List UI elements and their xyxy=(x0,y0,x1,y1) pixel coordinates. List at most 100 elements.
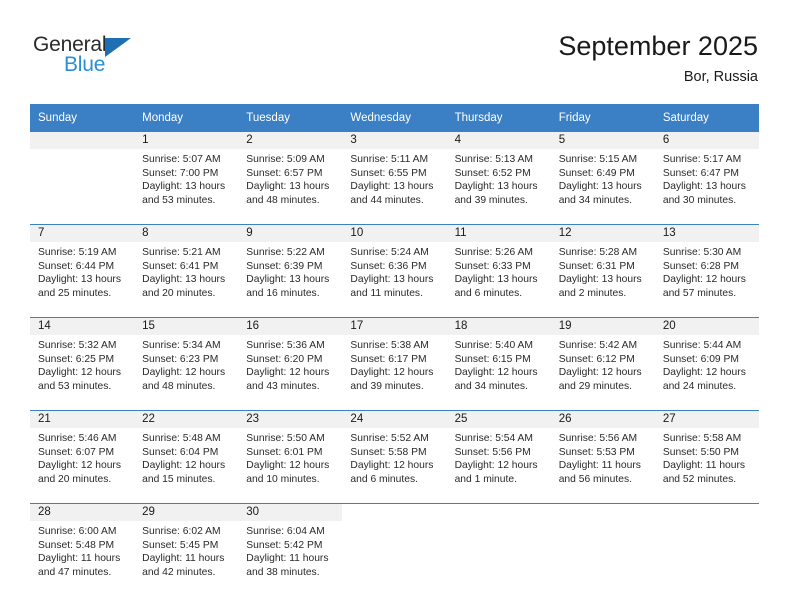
daylight-text-line2: and 48 minutes. xyxy=(246,194,320,206)
calendar-day-cell[interactable]: 14 Sunrise: 5:32 AM Sunset: 6:25 PM Dayligh… xyxy=(30,317,135,411)
sunset-text: Sunset: 6:09 PM xyxy=(662,353,739,365)
day-details: Sunrise: 5:28 AM Sunset: 6:31 PM Daylight:… xyxy=(551,242,655,300)
daylight-text-line1: Daylight: 12 hours xyxy=(38,367,121,379)
day-number xyxy=(446,504,551,521)
calendar-day-cell[interactable]: 30 Sunrise: 6:04 AM Sunset: 5:42 PM Dayligh… xyxy=(238,503,343,596)
calendar-day-cell-empty xyxy=(446,503,551,596)
calendar-day-cell[interactable]: 8 Sunrise: 5:21 AM Sunset: 6:41 PM Daylight… xyxy=(134,224,239,318)
calendar-day-cell[interactable]: 2 Sunrise: 5:09 AM Sunset: 6:57 PM Daylight… xyxy=(238,132,343,225)
sunrise-text: Sunrise: 5:26 AM xyxy=(454,247,533,258)
calendar-day-cell[interactable]: 24 Sunrise: 5:52 AM Sunset: 5:58 PM Dayligh… xyxy=(342,410,447,504)
sunrise-text: Sunrise: 5:32 AM xyxy=(38,340,117,351)
day-number: 27 xyxy=(654,411,759,428)
calendar-day-cell[interactable]: 6 Sunrise: 5:17 AM Sunset: 6:47 PM Daylight… xyxy=(654,132,759,225)
day-number: 13 xyxy=(654,225,759,242)
daylight-text-line1: Daylight: 13 hours xyxy=(350,181,434,193)
day-details: Sunrise: 5:36 AM Sunset: 6:20 PM Daylight:… xyxy=(238,335,342,393)
day-details: Sunrise: 6:02 AM Sunset: 5:45 PM Daylight:… xyxy=(134,521,238,579)
sunrise-text: Sunrise: 5:42 AM xyxy=(558,340,638,351)
sunrise-text: Sunrise: 5:21 AM xyxy=(142,247,221,258)
day-cell-inner: 22 Sunrise: 5:48 AM Sunset: 6:04 PM Dayligh… xyxy=(134,411,239,503)
weekday-header-monday: Monday xyxy=(134,104,239,132)
sunrise-text: Sunrise: 5:52 AM xyxy=(350,433,429,444)
daylight-text-line1: Daylight: 13 hours xyxy=(246,274,330,286)
logo-text-blue: Blue xyxy=(64,53,106,76)
sunrise-text: Sunrise: 6:04 AM xyxy=(246,526,325,537)
sunset-text: Sunset: 6:47 PM xyxy=(662,167,739,179)
day-cell-inner: 10 Sunrise: 5:24 AM Sunset: 6:36 PM Dayligh… xyxy=(342,225,447,317)
sunset-text: Sunset: 6:15 PM xyxy=(454,353,531,365)
sunrise-text: Sunrise: 5:11 AM xyxy=(350,154,429,165)
calendar-day-cell[interactable]: 13 Sunrise: 5:30 AM Sunset: 6:28 PM Dayligh… xyxy=(654,224,759,318)
sunset-text: Sunset: 6:12 PM xyxy=(558,353,635,365)
day-number: 8 xyxy=(134,225,239,242)
sunset-text: Sunset: 5:42 PM xyxy=(246,539,323,551)
calendar-day-cell[interactable]: 27 Sunrise: 5:58 AM Sunset: 5:50 PM Dayligh… xyxy=(654,410,759,504)
weekday-header-friday: Friday xyxy=(550,104,655,132)
calendar-day-cell[interactable]: 7 Sunrise: 5:19 AM Sunset: 6:44 PM Daylight… xyxy=(30,224,135,318)
day-number: 18 xyxy=(446,318,551,335)
calendar-day-cell[interactable]: 17 Sunrise: 5:38 AM Sunset: 6:17 PM Dayligh… xyxy=(342,317,447,411)
calendar-day-cell[interactable]: 26 Sunrise: 5:56 AM Sunset: 5:53 PM Dayligh… xyxy=(550,410,655,504)
daylight-text-line2: and 42 minutes. xyxy=(142,566,216,578)
day-cell-inner xyxy=(30,132,135,224)
calendar-day-cell[interactable]: 3 Sunrise: 5:11 AM Sunset: 6:55 PM Daylight… xyxy=(342,132,447,225)
day-number xyxy=(550,504,655,521)
calendar-day-cell[interactable]: 10 Sunrise: 5:24 AM Sunset: 6:36 PM Dayligh… xyxy=(342,224,447,318)
day-number: 1 xyxy=(134,132,239,149)
calendar-day-cell[interactable]: 22 Sunrise: 5:48 AM Sunset: 6:04 PM Dayligh… xyxy=(134,410,239,504)
day-cell-inner xyxy=(342,504,447,596)
calendar-day-cell[interactable]: 4 Sunrise: 5:13 AM Sunset: 6:52 PM Daylight… xyxy=(446,132,551,225)
day-number: 17 xyxy=(342,318,447,335)
calendar-day-cell[interactable]: 23 Sunrise: 5:50 AM Sunset: 6:01 PM Dayligh… xyxy=(238,410,343,504)
sunset-text: Sunset: 6:17 PM xyxy=(350,353,427,365)
calendar-day-cell[interactable]: 15 Sunrise: 5:34 AM Sunset: 6:23 PM Dayligh… xyxy=(134,317,239,411)
calendar-day-cell[interactable]: 5 Sunrise: 5:15 AM Sunset: 6:49 PM Daylight… xyxy=(550,132,655,225)
day-details: Sunrise: 5:17 AM Sunset: 6:47 PM Daylight:… xyxy=(655,149,759,207)
weekday-header-saturday: Saturday xyxy=(654,104,759,132)
calendar-day-cell[interactable]: 19 Sunrise: 5:42 AM Sunset: 6:12 PM Dayligh… xyxy=(550,317,655,411)
day-number: 30 xyxy=(238,504,343,521)
sunset-text: Sunset: 5:48 PM xyxy=(38,539,115,551)
sunset-text: Sunset: 6:36 PM xyxy=(350,260,427,272)
daylight-text-line1: Daylight: 12 hours xyxy=(142,367,226,379)
day-number: 7 xyxy=(30,225,135,242)
daylight-text-line2: and 47 minutes. xyxy=(38,566,112,578)
calendar-day-cell[interactable]: 20 Sunrise: 5:44 AM Sunset: 6:09 PM Dayligh… xyxy=(654,317,759,411)
calendar-day-cell[interactable]: 9 Sunrise: 5:22 AM Sunset: 6:39 PM Daylight… xyxy=(238,224,343,318)
daylight-text-line1: Daylight: 12 hours xyxy=(350,460,434,472)
calendar-week-row: 14 Sunrise: 5:32 AM Sunset: 6:25 PM Dayligh… xyxy=(30,317,759,411)
sunset-text: Sunset: 5:56 PM xyxy=(454,446,531,458)
calendar-day-cell[interactable]: 16 Sunrise: 5:36 AM Sunset: 6:20 PM Dayligh… xyxy=(238,317,343,411)
calendar-day-cell[interactable]: 25 Sunrise: 5:54 AM Sunset: 5:56 PM Dayligh… xyxy=(446,410,551,504)
calendar-day-cell[interactable]: 12 Sunrise: 5:28 AM Sunset: 6:31 PM Dayligh… xyxy=(550,224,655,318)
sunrise-text: Sunrise: 5:36 AM xyxy=(246,340,325,351)
day-details: Sunrise: 5:48 AM Sunset: 6:04 PM Daylight:… xyxy=(134,428,238,486)
daylight-text-line1: Daylight: 12 hours xyxy=(350,367,434,379)
day-cell-inner: 14 Sunrise: 5:32 AM Sunset: 6:25 PM Dayligh… xyxy=(30,318,135,410)
daylight-text-line2: and 56 minutes. xyxy=(558,473,632,485)
calendar-day-cell[interactable]: 11 Sunrise: 5:26 AM Sunset: 6:33 PM Dayligh… xyxy=(446,224,551,318)
day-cell-inner: 20 Sunrise: 5:44 AM Sunset: 6:09 PM Dayligh… xyxy=(654,318,759,410)
daylight-text-line2: and 24 minutes. xyxy=(662,380,737,392)
daylight-text-line1: Daylight: 11 hours xyxy=(246,553,329,565)
calendar-day-cell[interactable]: 29 Sunrise: 6:02 AM Sunset: 5:45 PM Dayligh… xyxy=(134,503,239,596)
calendar-day-cell[interactable]: 21 Sunrise: 5:46 AM Sunset: 6:07 PM Dayligh… xyxy=(30,410,135,504)
daylight-text-line1: Daylight: 12 hours xyxy=(662,367,746,379)
calendar-day-cell[interactable]: 1 Sunrise: 5:07 AM Sunset: 7:00 PM Daylight… xyxy=(134,132,239,225)
day-cell-inner: 13 Sunrise: 5:30 AM Sunset: 6:28 PM Dayligh… xyxy=(654,225,759,317)
sunset-text: Sunset: 6:52 PM xyxy=(454,167,531,179)
calendar-day-cell[interactable]: 28 Sunrise: 6:00 AM Sunset: 5:48 PM Dayligh… xyxy=(30,503,135,596)
day-number: 5 xyxy=(550,132,655,149)
calendar-day-cell-empty xyxy=(654,503,759,596)
daylight-text-line2: and 29 minutes. xyxy=(558,380,632,392)
daylight-text-line2: and 11 minutes. xyxy=(350,287,423,299)
calendar-day-cell[interactable]: 18 Sunrise: 5:40 AM Sunset: 6:15 PM Dayligh… xyxy=(446,317,551,411)
daylight-text-line2: and 2 minutes. xyxy=(558,287,627,299)
daylight-text-line1: Daylight: 13 hours xyxy=(454,274,538,286)
daylight-text-line2: and 15 minutes. xyxy=(142,473,216,485)
day-number: 9 xyxy=(238,225,343,242)
daylight-text-line1: Daylight: 11 hours xyxy=(142,553,225,565)
calendar-week-row: 1 Sunrise: 5:07 AM Sunset: 7:00 PM Daylight… xyxy=(30,132,759,225)
day-cell-inner: 24 Sunrise: 5:52 AM Sunset: 5:58 PM Dayligh… xyxy=(342,411,447,503)
